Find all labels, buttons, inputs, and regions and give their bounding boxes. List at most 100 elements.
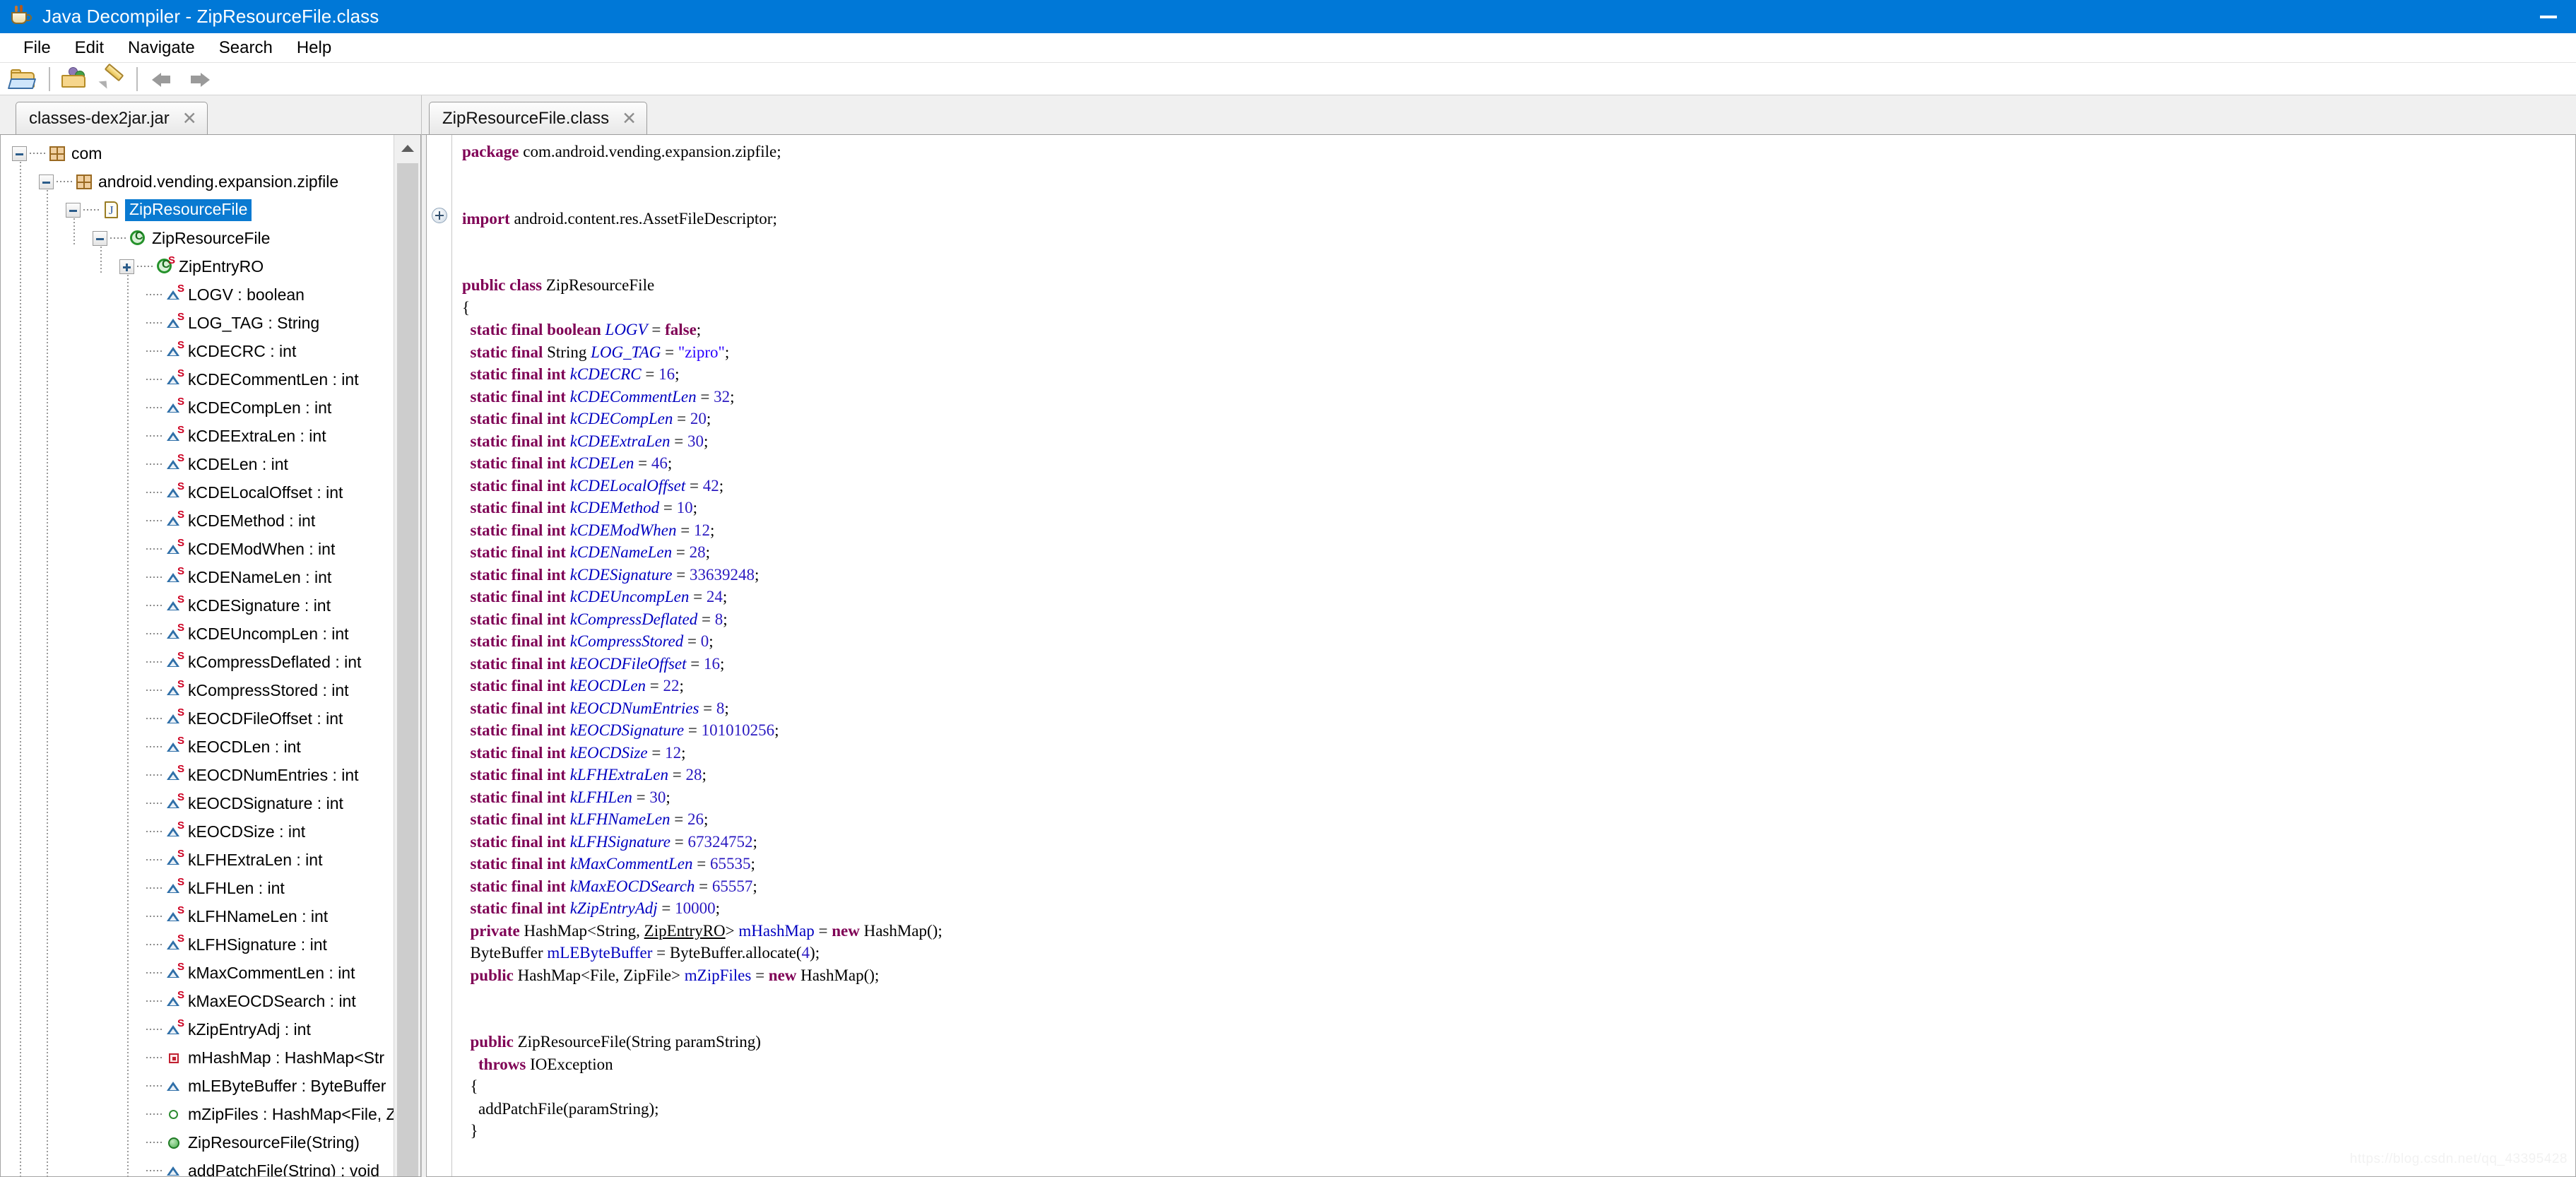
tree-item[interactable]: SkLFHNameLen : int xyxy=(1,902,394,930)
open-type-button[interactable] xyxy=(59,64,91,94)
menu-item-file[interactable]: File xyxy=(11,35,63,61)
tree-item[interactable]: SkLFHExtraLen : int xyxy=(1,846,394,874)
code-token: 8 xyxy=(714,610,723,628)
menu-item-navigate[interactable]: Navigate xyxy=(116,35,207,61)
source-code-view[interactable]: package com.android.vending.expansion.zi… xyxy=(452,135,2575,1176)
tree-item[interactable]: SkMaxEOCDSearch : int xyxy=(1,987,394,1015)
tree-item[interactable]: S LOG_TAG : String xyxy=(1,309,394,337)
tree-connector xyxy=(146,1085,162,1087)
code-token: = xyxy=(683,632,701,650)
code-token: kCDEMethod xyxy=(569,499,660,516)
code-token: ; xyxy=(719,654,725,673)
tree-connector xyxy=(146,1170,162,1171)
scrollbar-thumb[interactable] xyxy=(396,163,418,1176)
tree-item[interactable]: SkCDECommentLen : int xyxy=(1,365,394,394)
tab-label: ZipResourceFile.class xyxy=(442,108,610,128)
tree-item[interactable]: mLEByteBuffer : ByteBuffer xyxy=(1,1072,394,1100)
menu-bar: File Edit Navigate Search Help xyxy=(0,33,2576,63)
edit-button[interactable] xyxy=(95,63,128,94)
tree-item[interactable]: android.vending.expansion.zipfile xyxy=(1,167,394,196)
tree-item[interactable]: ZipResourceFile xyxy=(1,224,394,252)
menu-item-help[interactable]: Help xyxy=(285,35,343,61)
explorer-tabstrip: classes-dex2jar.jar ✕ xyxy=(0,95,421,135)
code-token: ZipResourceFile xyxy=(542,276,655,294)
tree-item[interactable]: SkCDEModWhen : int xyxy=(1,535,394,563)
code-token: = xyxy=(695,877,712,895)
class-tree[interactable]: com android.vending.expansion.zipfile ZipR… xyxy=(1,135,394,1176)
code-line: public class ZipResourceFile xyxy=(462,274,2575,297)
tree-item[interactable]: SkZipEntryAdj : int xyxy=(1,1015,394,1043)
tree-item[interactable]: addPatchFile(String) : void xyxy=(1,1157,394,1176)
tree-guide-line xyxy=(100,247,102,275)
tree-item[interactable]: SkEOCDSignature : int xyxy=(1,789,394,817)
tree-item[interactable]: SkLFHLen : int xyxy=(1,874,394,902)
tree-item[interactable]: SkEOCDFileOffset : int xyxy=(1,704,394,733)
tree-item[interactable]: SkCDENameLen : int xyxy=(1,563,394,591)
forward-button[interactable] xyxy=(183,64,215,94)
tab-label: classes-dex2jar.jar xyxy=(29,108,170,128)
tree-item[interactable]: SkCDEUncompLen : int xyxy=(1,620,394,648)
tab-classes-dex2jar-jar[interactable]: classes-dex2jar.jar ✕ xyxy=(16,102,208,134)
code-token: kLFHNameLen xyxy=(569,810,670,828)
tree-item[interactable]: SkEOCDSize : int xyxy=(1,817,394,846)
code-line: static final int kEOCDFileOffset = 16; xyxy=(462,653,2575,675)
tree-item[interactable]: SkCDEMethod : int xyxy=(1,507,394,535)
tree-item-label: mLEByteBuffer : ByteBuffer xyxy=(188,1076,386,1095)
package-icon xyxy=(75,172,93,191)
open-file-button[interactable] xyxy=(7,64,40,94)
tree-item[interactable]: SkMaxCommentLen : int xyxy=(1,959,394,987)
tab-zipresourcefile-class[interactable]: ZipResourceFile.class ✕ xyxy=(429,102,648,134)
collapse-toggle-icon[interactable] xyxy=(12,146,27,161)
static-field-icon: S xyxy=(165,283,184,304)
tree-item[interactable]: mHashMap : HashMap<Str xyxy=(1,1043,394,1072)
tree-item[interactable]: ZipResourceFile(String) xyxy=(1,1128,394,1157)
tree-item[interactable]: SkCDESignature : int xyxy=(1,591,394,620)
tree-item-label: kEOCDLen : int xyxy=(188,737,301,756)
tree-connector xyxy=(146,576,162,578)
menu-item-edit[interactable]: Edit xyxy=(63,35,116,61)
code-line: static final int kCDEExtraLen = 30; xyxy=(462,430,2575,453)
tree-item[interactable]: SkCDECRC : int xyxy=(1,337,394,365)
tree-item[interactable]: SZipEntryRO xyxy=(1,252,394,280)
close-icon[interactable]: ✕ xyxy=(182,108,197,129)
tree-item[interactable]: SkCDECompLen : int xyxy=(1,394,394,422)
expand-toggle-icon[interactable] xyxy=(119,259,134,274)
tree-item[interactable]: SkLFHSignature : int xyxy=(1,930,394,959)
collapse-toggle-icon[interactable] xyxy=(93,230,107,246)
back-button[interactable] xyxy=(146,64,179,94)
editor-gutter[interactable] xyxy=(427,135,452,1176)
code-token: static final int xyxy=(470,721,566,739)
collapse-toggle-icon[interactable] xyxy=(39,174,54,189)
code-token: ; xyxy=(704,810,709,828)
static-field-icon: S xyxy=(165,340,184,360)
scroll-up-button[interactable] xyxy=(394,135,420,162)
tree-item[interactable]: SkCDEExtraLen : int xyxy=(1,422,394,450)
tree-item[interactable]: ZipResourceFile xyxy=(1,196,394,224)
static-field-icon: S xyxy=(165,877,184,897)
static-field-icon: S xyxy=(165,707,184,728)
menu-item-search[interactable]: Search xyxy=(207,35,285,61)
code-token: kEOCDNumEntries xyxy=(569,699,699,717)
tree-item[interactable]: SkEOCDLen : int xyxy=(1,733,394,761)
tree-item[interactable]: SkCDELocalOffset : int xyxy=(1,478,394,507)
collapse-toggle-icon[interactable] xyxy=(66,202,81,218)
code-token: 65535 xyxy=(709,855,751,873)
tree-item[interactable]: com xyxy=(1,139,394,167)
tree-item[interactable]: SkCompressDeflated : int xyxy=(1,648,394,676)
tree-vertical-scrollbar[interactable] xyxy=(394,135,420,1176)
minimize-button[interactable] xyxy=(2521,0,2576,33)
tree-item[interactable]: SkEOCDNumEntries : int xyxy=(1,761,394,789)
code-token: 33639248 xyxy=(689,565,755,584)
tree-item-label: kEOCDSignature : int xyxy=(188,793,343,812)
expand-import-icon[interactable] xyxy=(432,208,447,223)
tree-item[interactable]: SkCompressStored : int xyxy=(1,676,394,704)
tree-item[interactable]: mZipFiles : HashMap<File, Z xyxy=(1,1100,394,1128)
code-token: static final int xyxy=(470,387,566,406)
tree-item[interactable]: SkCDELen : int xyxy=(1,450,394,478)
tree-item[interactable]: S LOGV : boolean xyxy=(1,280,394,309)
close-icon[interactable]: ✕ xyxy=(622,108,637,129)
